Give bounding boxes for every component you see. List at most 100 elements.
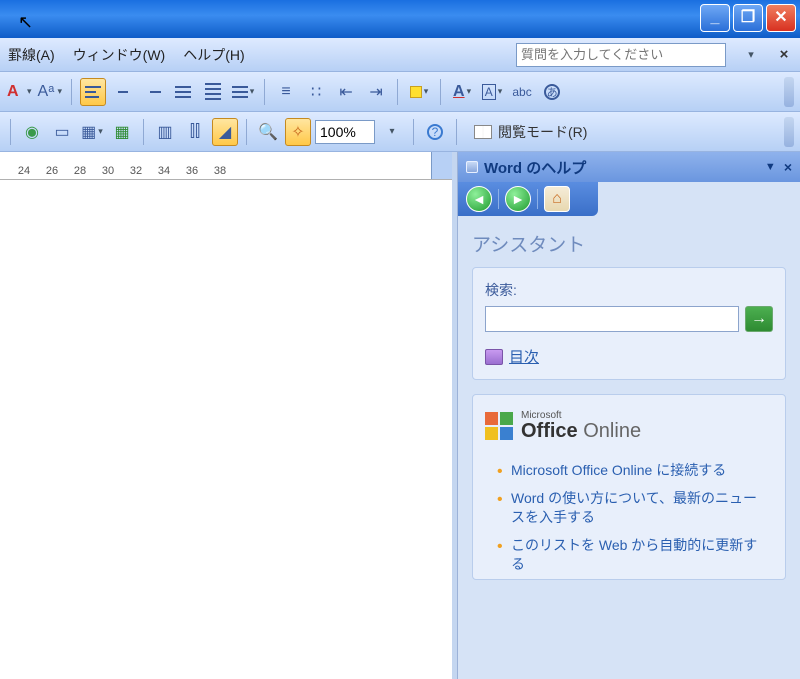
columns-button[interactable]: ▥ (152, 118, 178, 146)
ruler-tick: 34 (150, 165, 178, 177)
arrow-right-icon: → (751, 310, 767, 328)
distribute-icon (205, 83, 221, 100)
drawing-icon: ▭ (54, 122, 69, 142)
toc-link[interactable]: 目次 (509, 346, 539, 367)
ruler-tick: 26 (38, 165, 66, 177)
menubar-close-icon[interactable]: × (776, 46, 792, 63)
ruler-tick: 32 (122, 165, 150, 177)
line-spacing-button[interactable]: ▾ (230, 78, 256, 106)
standard-toolbar: ◉ ▭ ▦▾ ▦ ▥ ⫿⫿ ◢ 🔍 ✧ ▾ ? 閲覧モード(R) (0, 112, 800, 152)
decrease-indent-icon: ⇤ (339, 82, 352, 102)
ruler-tick: 30 (94, 165, 122, 177)
increase-indent-button[interactable]: ⇥ (363, 78, 389, 106)
title-bar: _ ❐ ✕ (0, 0, 800, 38)
toolbar-grip-icon[interactable] (784, 77, 794, 107)
highlight-button[interactable]: ▾ (406, 78, 432, 106)
align-left-button[interactable] (80, 78, 106, 106)
columns-icon: ▥ (157, 122, 172, 142)
line-spacing-icon (232, 86, 248, 98)
reading-mode-button[interactable]: 閲覧モード(R) (465, 118, 596, 146)
menu-help[interactable]: ヘルプ(H) (183, 45, 244, 65)
decrease-indent-button[interactable]: ⇤ (333, 78, 359, 106)
document-map-icon: 🔍 (258, 122, 278, 142)
maximize-button[interactable]: ❐ (733, 4, 763, 32)
help-search-input[interactable] (485, 306, 739, 332)
ask-question-input[interactable] (516, 43, 726, 67)
distribute-button[interactable] (200, 78, 226, 106)
strikethrough-button[interactable]: abc (509, 78, 535, 106)
align-justify-icon (175, 86, 191, 98)
toolbar-grip-icon[interactable] (784, 117, 794, 147)
pane-menu-icon[interactable]: ▼ (765, 161, 776, 173)
menu-window[interactable]: ウィンドウ(W) (73, 45, 166, 65)
close-button[interactable]: ✕ (766, 4, 796, 32)
zoom-dropdown-icon[interactable]: ▾ (379, 118, 405, 146)
document-map-button[interactable]: 🔍 (255, 118, 281, 146)
bulleted-list-icon: ∷ (311, 82, 321, 102)
office-online-label: Online (583, 420, 641, 442)
close-icon: ✕ (774, 10, 787, 26)
help-nav-bar: ◄ ► ⌂ (458, 182, 598, 216)
numbered-list-icon: ≡ (281, 83, 290, 101)
chart-icon: ⫿⫿ (190, 123, 200, 141)
workspace: 24 26 28 30 32 34 36 38 Word のヘルプ ▼ × ◄ … (0, 152, 800, 679)
help-button[interactable]: ? (422, 118, 448, 146)
toc-row: 目次 ↖ (485, 346, 773, 367)
arrow-left-icon: ◄ (472, 191, 486, 207)
minimize-button[interactable]: _ (700, 4, 730, 32)
nav-home-button[interactable]: ⌂ (544, 186, 570, 212)
font-color-button[interactable]: A▾ (6, 78, 33, 106)
highlight-icon (410, 86, 422, 98)
bulleted-list-button[interactable]: ∷ (303, 78, 329, 106)
excel-button[interactable]: ▦ (109, 118, 135, 146)
thumbnails-icon: ✧ (291, 122, 304, 142)
align-left-icon (85, 86, 101, 98)
book-icon (474, 125, 492, 139)
strikethrough-icon: abc (512, 85, 531, 99)
drawing-button[interactable]: ▭ (49, 118, 75, 146)
minimize-icon: _ (711, 10, 720, 26)
search-box-group: 検索: → 目次 ↖ (472, 267, 786, 380)
char-scale-button[interactable]: Aᵃ▾ (37, 78, 64, 106)
nav-forward-button[interactable]: ► (505, 186, 531, 212)
table-icon: ▦ (81, 122, 96, 142)
office-link[interactable]: このリストを Web から自動的に更新する (497, 532, 769, 579)
office-link[interactable]: Word の使い方について、最新のニュースを入手する (497, 485, 769, 532)
help-pane-title: Word のヘルプ (484, 157, 765, 178)
pane-close-icon[interactable]: × (784, 159, 792, 175)
char-border-button[interactable]: A▾ (479, 78, 505, 106)
font-color2-button[interactable]: A▾ (449, 78, 475, 106)
ime-button[interactable]: あ (539, 78, 565, 106)
help-pane-body: アシスタント 検索: → 目次 ↖ Microsoft (458, 216, 800, 679)
char-border-icon: A (482, 84, 496, 100)
insert-table-button[interactable]: ▦▾ (79, 118, 105, 146)
office-online-links: Microsoft Office Online に接続する Word の使い方に… (479, 453, 779, 579)
office-online-logo: Microsoft Office Online (479, 401, 779, 453)
arrow-right-icon: ► (511, 191, 525, 207)
align-justify-button[interactable] (170, 78, 196, 106)
pane-grip-icon[interactable] (466, 161, 478, 173)
show-marks-button[interactable]: ◢ (212, 118, 238, 146)
numbered-list-button[interactable]: ≡ (273, 78, 299, 106)
menu-bar: 罫線(A) ウィンドウ(W) ヘルプ(H) ▾ × (0, 38, 800, 72)
globe-icon: ◉ (25, 122, 39, 142)
ruler-tick: 38 (206, 165, 234, 177)
align-center-button[interactable] (110, 78, 136, 106)
horizontal-ruler[interactable]: 24 26 28 30 32 34 36 38 (0, 152, 452, 180)
ask-dropdown-icon[interactable]: ▾ (744, 48, 758, 61)
maximize-icon: ❐ (741, 10, 755, 26)
office-link[interactable]: Microsoft Office Online に接続する (497, 457, 769, 485)
align-right-button[interactable] (140, 78, 166, 106)
thumbnails-button[interactable]: ✧ (285, 118, 311, 146)
zoom-input[interactable] (315, 120, 375, 144)
chart-button[interactable]: ⫿⫿ (182, 118, 208, 146)
office-online-group: Microsoft Office Online Microsoft Office… (472, 394, 786, 580)
ruler-tick: 24 (10, 165, 38, 177)
menu-table[interactable]: 罫線(A) (8, 45, 55, 65)
search-label: 検索: (485, 280, 773, 300)
font-color2-icon: A (453, 83, 465, 101)
search-go-button[interactable]: → (745, 306, 773, 332)
web-tools-button[interactable]: ◉ (19, 118, 45, 146)
nav-back-button[interactable]: ◄ (466, 186, 492, 212)
document-page[interactable] (0, 180, 452, 679)
